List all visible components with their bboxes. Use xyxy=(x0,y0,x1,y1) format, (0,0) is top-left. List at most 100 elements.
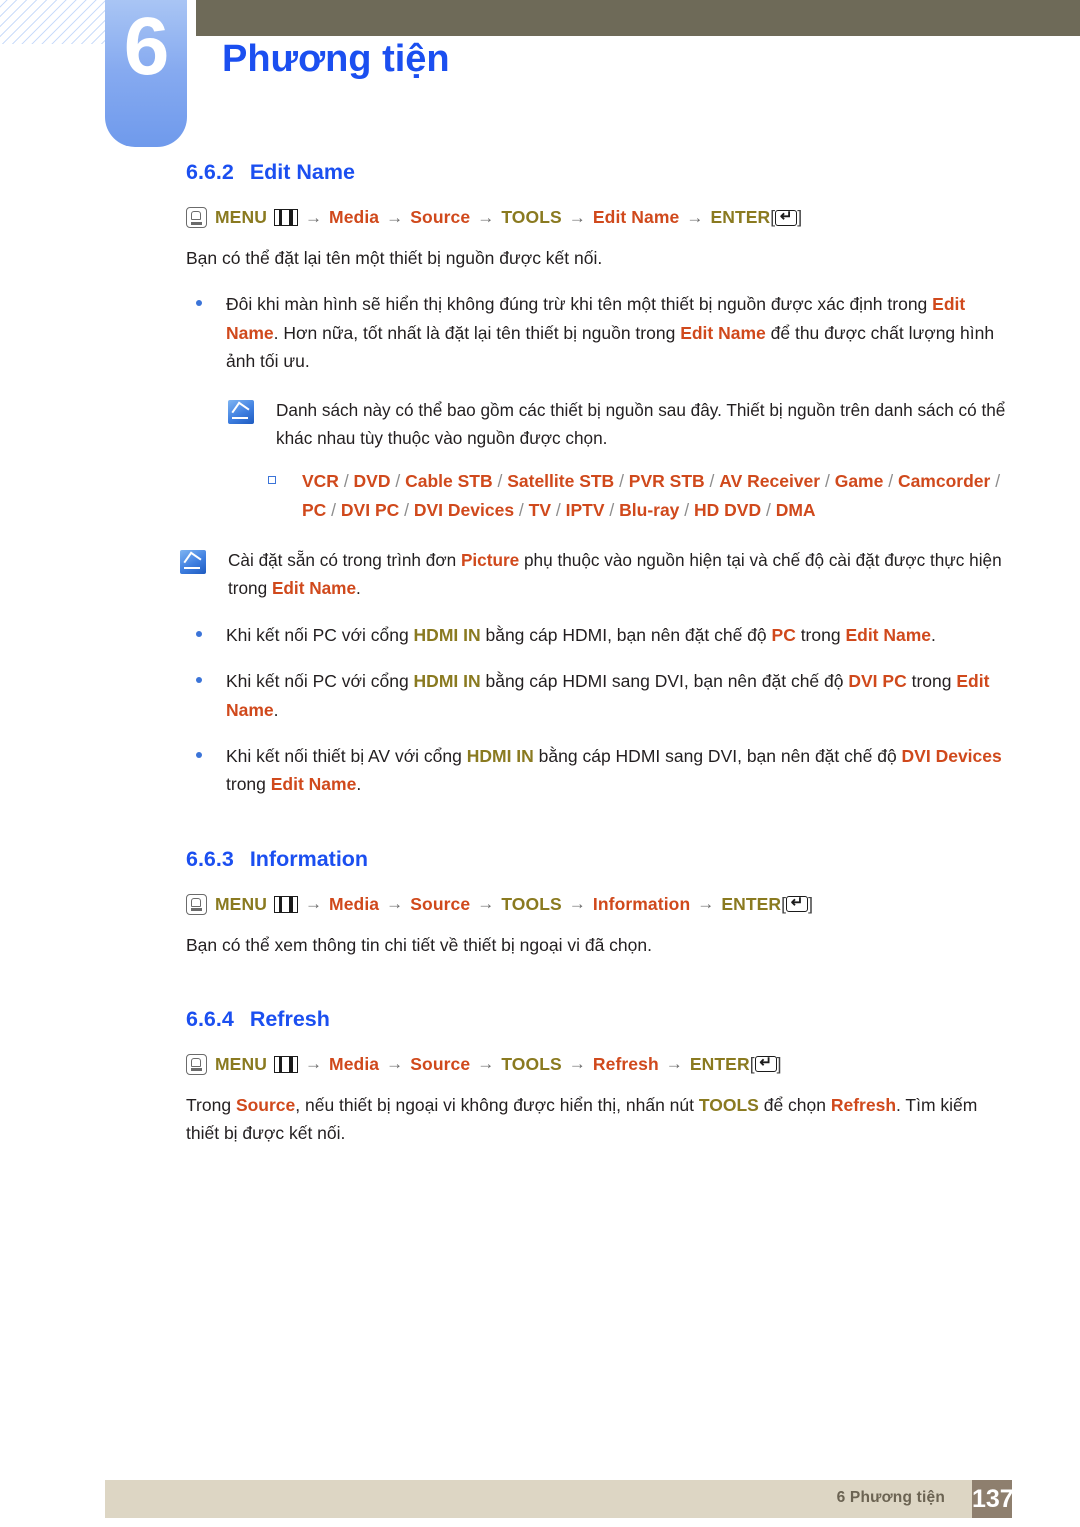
note-text: Danh sách này có thể bao gồm các thiết b… xyxy=(276,400,1006,449)
enter-label: ENTER xyxy=(721,893,782,914)
device-list-separator: / xyxy=(514,500,529,521)
page-header: 6 Phương tiện xyxy=(0,0,1080,160)
section-number: 6.6.4 xyxy=(186,1006,234,1031)
menu-path-information: MENU → Media → Source → TOOLS → Informat… xyxy=(186,893,1080,915)
section-intro-edit-name: Bạn có thể đặt lại tên một thiết bị nguồ… xyxy=(186,248,603,268)
footer-page-number: 137 xyxy=(972,1480,1014,1518)
square-bullet-icon xyxy=(268,467,302,525)
arrow-icon: → xyxy=(697,894,715,914)
bullet-dot-icon xyxy=(196,667,226,724)
device-list-item: AV Receiver xyxy=(719,471,821,492)
menu-step-media: Media xyxy=(329,1053,380,1074)
device-list-item: Game xyxy=(834,471,884,492)
arrow-icon: → xyxy=(477,207,495,227)
menu-step-source: Source xyxy=(410,207,471,227)
device-list-separator: / xyxy=(679,500,695,521)
arrow-icon: → xyxy=(304,894,323,914)
section-heading-refresh: 6.6.4 Refresh xyxy=(186,1007,1080,1032)
section-number: 6.6.3 xyxy=(186,846,234,871)
menu-step-tools: TOOLS xyxy=(501,207,562,227)
bullet-hdmi-pc: Khi kết nối PC với cổng HDMI IN bằng cáp… xyxy=(196,621,1008,649)
device-list-item: PVR STB xyxy=(628,471,705,492)
device-list-separator: / xyxy=(338,471,354,492)
bullet-hdmi-dvi-devices: Khi kết nối thiết bị AV với cổng HDMI IN… xyxy=(196,742,1008,799)
section-title: Edit Name xyxy=(249,160,355,184)
section-number: 6.6.2 xyxy=(186,160,234,184)
note-text: Cài đặt sẵn có trong trình đơn Picture p… xyxy=(228,550,1002,599)
menu-label: MENU xyxy=(215,207,267,227)
device-list-item: Blu-ray xyxy=(619,500,680,521)
menu-step-edit-name: Edit Name xyxy=(592,207,680,227)
menu-bars-icon xyxy=(273,209,298,226)
header-gray-bar xyxy=(196,0,1080,36)
arrow-icon: → xyxy=(686,207,704,227)
device-list-item: DVI Devices xyxy=(413,500,515,521)
device-list-item: DVI PC xyxy=(340,500,400,521)
menu-bars-icon xyxy=(273,895,298,913)
arrow-icon: → xyxy=(304,207,323,227)
section-heading-edit-name: 6.6.2 Edit Name xyxy=(186,160,1080,185)
arrow-icon: → xyxy=(386,894,404,914)
bracket-close: ] xyxy=(797,207,803,227)
device-list-separator: / xyxy=(399,500,414,521)
device-list-separator: / xyxy=(604,500,620,521)
device-list-row: VCR / DVD / Cable STB / Satellite STB / … xyxy=(268,467,1016,525)
device-list-separator: / xyxy=(551,500,566,521)
page-footer: 6 Phương tiện 137 xyxy=(0,1480,1080,1520)
chapter-title: Phương tiện xyxy=(222,38,450,80)
menu-step-tools: TOOLS xyxy=(501,1053,562,1074)
bullet-dot-icon xyxy=(196,621,226,649)
device-list-item: VCR xyxy=(302,471,339,492)
device-list-separator: / xyxy=(883,471,898,492)
device-list-item: DMA xyxy=(775,500,816,521)
bracket-open: [ xyxy=(749,1053,755,1074)
menu-path-edit-name: MENU → Media → Source → TOOLS → Edit Nam… xyxy=(186,207,1080,228)
enter-label: ENTER xyxy=(689,1053,750,1074)
menu-step-tools: TOOLS xyxy=(501,893,562,914)
enter-key-icon xyxy=(754,1053,777,1073)
menu-step-media: Media xyxy=(329,207,380,227)
hand-press-icon xyxy=(186,1053,207,1075)
menu-step-media: Media xyxy=(329,893,380,914)
menu-step-refresh: Refresh xyxy=(592,1053,659,1074)
page-content: 6.6.2 Edit Name MENU → Media → Source → T… xyxy=(0,160,1080,1148)
section-title: Refresh xyxy=(249,1006,330,1031)
hand-press-icon xyxy=(186,893,207,915)
hand-press-icon xyxy=(186,207,207,228)
device-list-item: HD DVD xyxy=(694,500,762,521)
arrow-icon: → xyxy=(665,1054,683,1074)
arrow-icon: → xyxy=(304,1054,323,1074)
bullet-text: Khi kết nối thiết bị AV với cổng HDMI IN… xyxy=(226,745,1002,795)
section-heading-information: 6.6.3 Information xyxy=(186,847,1080,872)
device-list-separator: / xyxy=(326,500,341,521)
arrow-icon: → xyxy=(568,1054,586,1074)
footer-chapter-label: 6 Phương tiện xyxy=(836,1489,945,1506)
menu-bars-icon xyxy=(273,1055,298,1073)
arrow-icon: → xyxy=(477,894,495,914)
menu-path-refresh: MENU → Media → Source → TOOLS → Refresh … xyxy=(186,1053,1080,1075)
menu-label: MENU xyxy=(215,893,267,914)
arrow-icon: → xyxy=(477,1054,495,1074)
bullet-text: Khi kết nối PC với cổng HDMI IN bằng cáp… xyxy=(226,671,990,720)
section-intro-information: Bạn có thể xem thông tin chi tiết về thi… xyxy=(186,934,652,955)
device-list-separator: / xyxy=(492,471,508,492)
device-list-separator: / xyxy=(990,471,1001,492)
chapter-number: 6 xyxy=(123,1,170,92)
menu-step-source: Source xyxy=(410,1053,471,1074)
arrow-icon: → xyxy=(386,1054,404,1074)
enter-key-icon xyxy=(775,207,798,226)
bullet-hdmi-dvi-pc: Khi kết nối PC với cổng HDMI IN bằng cáp… xyxy=(196,667,1008,724)
note-source-list: Danh sách này có thể bao gồm các thiết b… xyxy=(228,397,1016,453)
device-list-text: VCR / DVD / Cable STB / Satellite STB / … xyxy=(302,467,1016,525)
device-list-item: DVD xyxy=(353,471,391,492)
device-list-item: Cable STB xyxy=(405,471,493,492)
arrow-icon: → xyxy=(568,894,586,914)
menu-step-information: Information xyxy=(592,893,691,914)
section-title: Information xyxy=(249,846,369,871)
bullet-dot-icon xyxy=(196,290,226,375)
bracket-close: ] xyxy=(776,1053,782,1074)
device-list-item: Camcorder xyxy=(897,471,991,492)
device-list-separator: / xyxy=(820,471,835,492)
menu-step-source: Source xyxy=(410,893,471,914)
section-body-refresh: Trong Source, nếu thiết bị ngoại vi khôn… xyxy=(186,1094,978,1144)
